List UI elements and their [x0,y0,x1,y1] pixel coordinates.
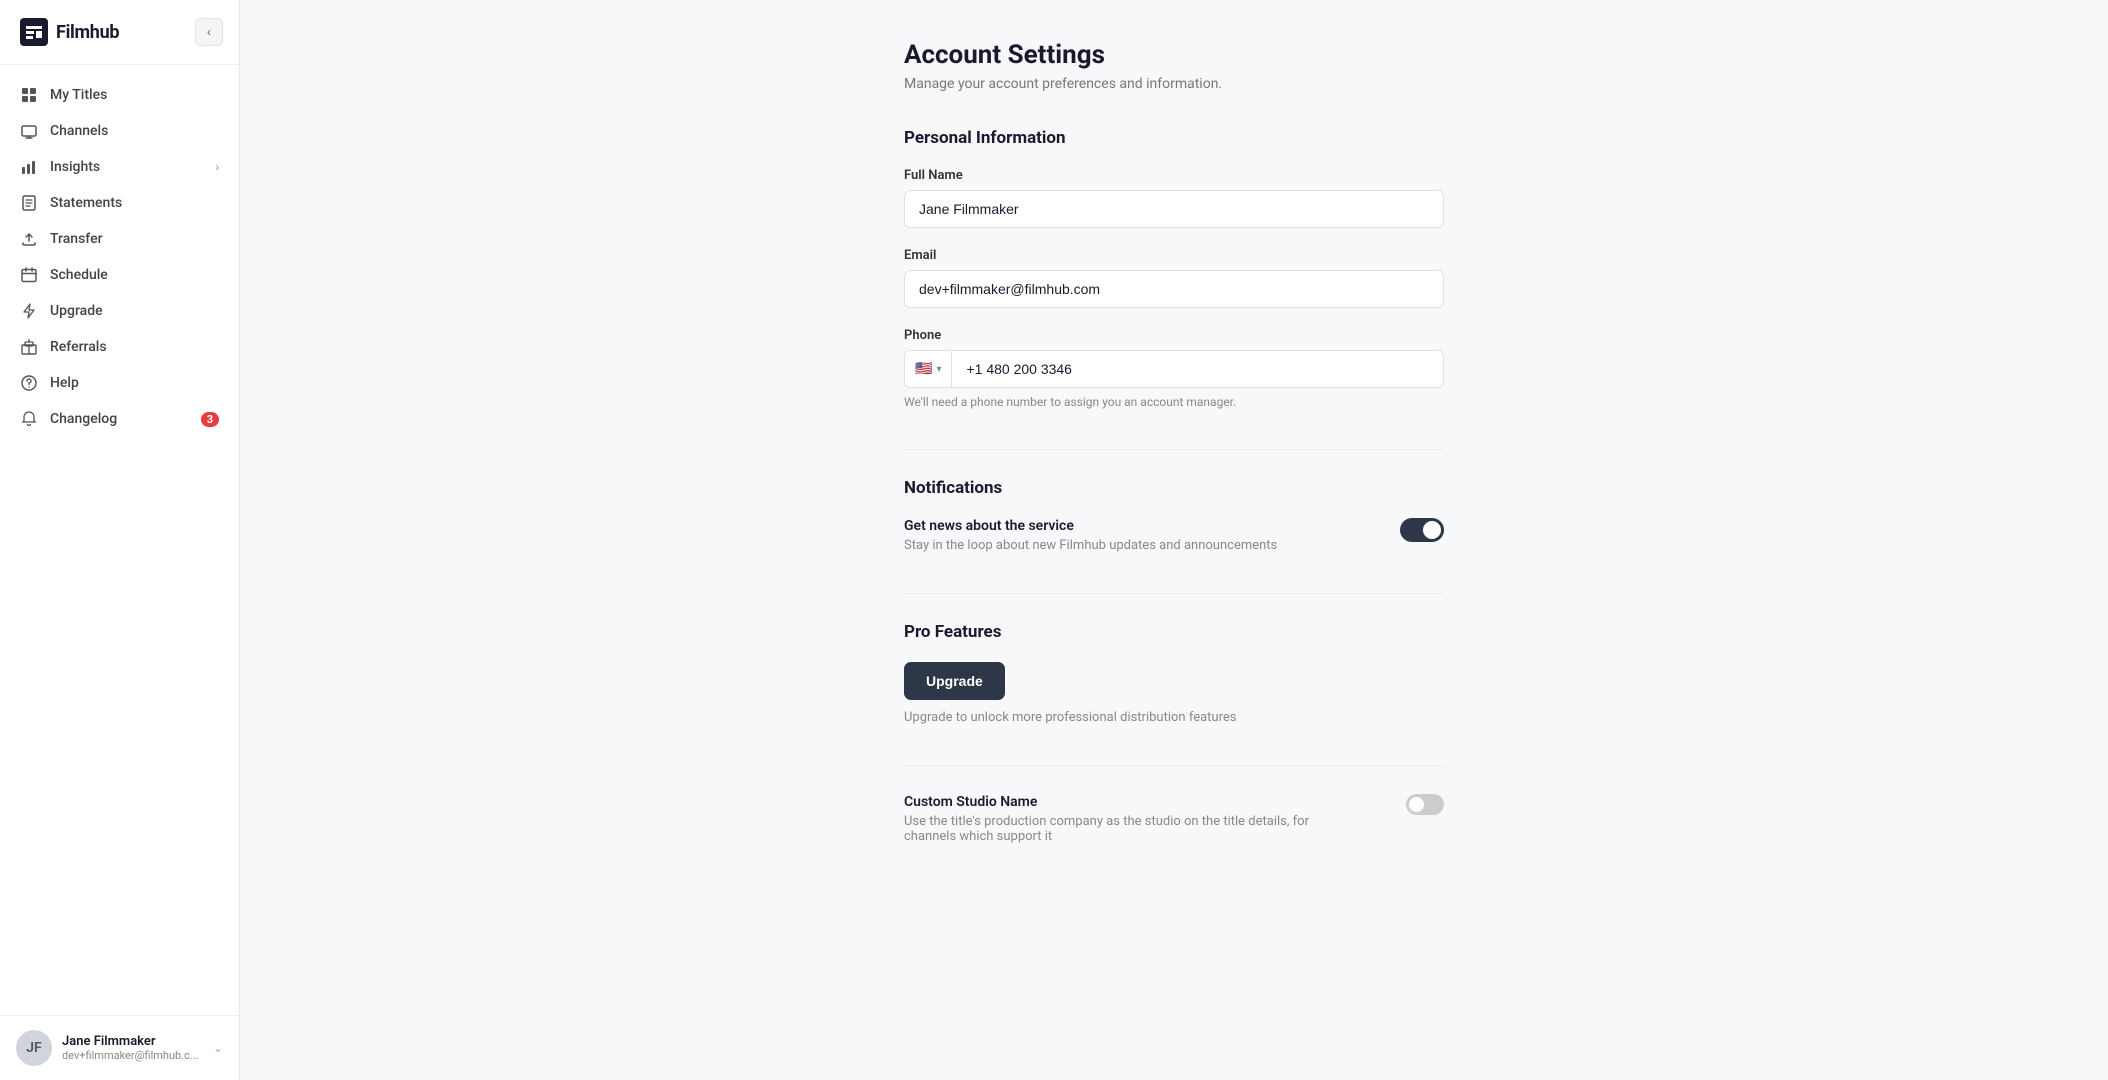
sidebar-collapse-button[interactable]: ‹ [195,18,223,46]
toggle-slider-small [1406,794,1444,815]
notifications-title: Notifications [904,478,1444,498]
notification-news-toggle[interactable] [1400,518,1444,542]
help-circle-icon [20,374,38,392]
user-email: dev+filmmaker@filmhub.c... [62,1049,203,1062]
filmhub-logo-icon [20,18,48,46]
logo-text: Filmhub [56,22,119,43]
sidebar-item-my-titles-label: My Titles [50,87,107,103]
bar-chart-icon [20,158,38,176]
insights-chevron-icon: › [215,160,219,174]
phone-hint: We'll need a phone number to assign you … [904,395,1444,409]
upgrade-button[interactable]: Upgrade [904,662,1005,700]
toggle-slider [1400,518,1444,542]
country-flag: 🇺🇸 [915,361,932,377]
personal-info-section: Personal Information Full Name Email Pho… [904,128,1444,409]
sidebar-nav: My Titles Channels Insights › [0,65,239,1015]
custom-studio-title: Custom Studio Name [904,794,1324,810]
upload-icon [20,230,38,248]
full-name-label: Full Name [904,168,1444,183]
page-title: Account Settings [904,40,1444,70]
user-info: Jane Filmmaker dev+filmmaker@filmhub.c..… [62,1034,203,1062]
user-menu-chevron-icon: ⌄ [213,1041,223,1055]
custom-studio-section: Custom Studio Name Use the title's produ… [904,794,1444,844]
sidebar-item-help-label: Help [50,375,79,391]
divider-1 [904,449,1444,450]
divider-2 [904,593,1444,594]
full-name-input[interactable] [904,190,1444,228]
country-dropdown-icon: ▾ [936,364,941,375]
notifications-section: Notifications Get news about the service… [904,478,1444,553]
personal-info-title: Personal Information [904,128,1444,148]
email-label: Email [904,248,1444,263]
email-group: Email [904,248,1444,308]
sidebar-item-referrals-label: Referrals [50,339,107,355]
phone-country-selector[interactable]: 🇺🇸 ▾ [905,351,952,387]
sidebar: Filmhub ‹ My Titles Channels [0,0,240,1080]
notification-news-desc: Stay in the loop about new Filmhub updat… [904,538,1277,553]
sidebar-item-changelog[interactable]: Changelog 3 [0,401,239,437]
grid-icon [20,86,38,104]
calendar-icon [20,266,38,284]
notification-news-title: Get news about the service [904,518,1277,534]
sidebar-item-statements[interactable]: Statements [0,185,239,221]
sidebar-item-transfer[interactable]: Transfer [0,221,239,257]
avatar: JF [16,1030,52,1066]
sidebar-item-schedule[interactable]: Schedule [0,257,239,293]
sidebar-item-upgrade[interactable]: Upgrade [0,293,239,329]
custom-studio-description: Use the title's production company as th… [904,814,1324,844]
sidebar-item-my-titles[interactable]: My Titles [0,77,239,113]
tv-icon [20,122,38,140]
user-name: Jane Filmmaker [62,1034,203,1049]
changelog-badge: 3 [201,412,219,427]
gift-icon [20,338,38,356]
sidebar-item-changelog-label: Changelog [50,411,117,427]
custom-studio-toggle[interactable] [1406,794,1444,815]
phone-group: Phone 🇺🇸 ▾ We'll need a phone number to … [904,328,1444,409]
email-input[interactable] [904,270,1444,308]
file-text-icon [20,194,38,212]
sidebar-item-channels[interactable]: Channels [0,113,239,149]
logo[interactable]: Filmhub [20,18,119,46]
sidebar-item-schedule-label: Schedule [50,267,108,283]
phone-input-group: 🇺🇸 ▾ [904,350,1444,388]
content-wrapper: Account Settings Manage your account pre… [864,40,1484,844]
sidebar-item-upgrade-label: Upgrade [50,303,103,319]
sidebar-item-help[interactable]: Help [0,365,239,401]
user-footer[interactable]: JF Jane Filmmaker dev+filmmaker@filmhub.… [0,1015,239,1080]
full-name-group: Full Name [904,168,1444,228]
sidebar-header: Filmhub ‹ [0,0,239,65]
phone-label: Phone [904,328,1444,343]
main-content: Account Settings Manage your account pre… [240,0,2108,1080]
pro-features-title: Pro Features [904,622,1444,642]
zap-icon [20,302,38,320]
page-subtitle: Manage your account preferences and info… [904,76,1444,92]
upgrade-description: Upgrade to unlock more professional dist… [904,710,1444,725]
sidebar-item-channels-label: Channels [50,123,108,139]
pro-features-section: Pro Features Upgrade Upgrade to unlock m… [904,622,1444,725]
notification-news-row: Get news about the service Stay in the l… [904,518,1444,553]
divider-3 [904,765,1444,766]
sidebar-item-referrals[interactable]: Referrals [0,329,239,365]
sidebar-item-transfer-label: Transfer [50,231,103,247]
sidebar-item-insights-label: Insights [50,159,100,175]
phone-number-input[interactable] [952,351,1443,387]
bell-icon [20,410,38,428]
custom-studio-row: Custom Studio Name Use the title's produ… [904,794,1444,844]
sidebar-item-insights[interactable]: Insights › [0,149,239,185]
sidebar-item-statements-label: Statements [50,195,122,211]
